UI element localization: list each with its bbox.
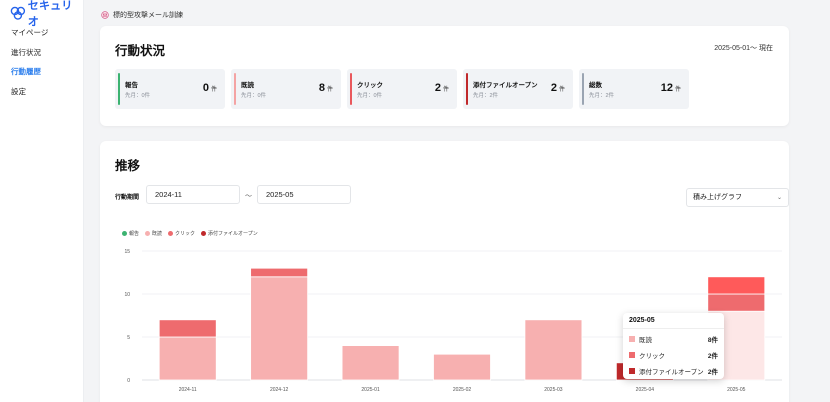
tooltip-title: 2025-05 — [629, 317, 655, 324]
tooltip-row: 添付ファイルオープン 2件 — [629, 366, 718, 376]
y-tick-label: 10 — [124, 292, 130, 298]
x-tick-label: 2025-05 — [727, 387, 746, 393]
stat-previous: 先月：0件 — [357, 93, 383, 99]
sidebar-nav: マイページ 進行状況 行動履歴 設定 — [0, 23, 83, 101]
stat-value: 0 — [202, 82, 209, 94]
stat-unit: 件 — [326, 87, 333, 93]
stat-value: 2 — [434, 82, 441, 94]
tooltip-series-name: 既読 — [639, 337, 652, 344]
bar-segment — [158, 319, 217, 338]
breadcrumb: 標的型攻撃メール訓練 — [101, 10, 183, 20]
stat-value: 12 — [660, 82, 673, 94]
bar-segment — [341, 345, 400, 381]
stat-color-bar — [118, 73, 120, 105]
bar-segment — [158, 336, 217, 381]
bar-segment — [250, 276, 309, 381]
stat-label: 添付ファイルオープン — [473, 82, 538, 89]
stat-label: 総数 — [589, 82, 602, 89]
trend-card: 推移 行動期間 2024-11 ～ 2025-05 積み上げグラフ ⌄ 報告 既… — [100, 141, 789, 402]
stat-color-bar — [234, 73, 236, 105]
main-content: 標的型攻撃メール訓練 行動状況 2025-05-01～ 現在 報告 先月：0件 … — [84, 0, 830, 402]
stat-unit: 件 — [674, 87, 681, 93]
x-tick-label: 2025-02 — [453, 387, 472, 393]
status-title: 行動状況 — [115, 44, 166, 58]
stat-previous: 先月：0件 — [241, 93, 267, 99]
tooltip-swatch — [629, 336, 635, 342]
breadcrumb-label: 標的型攻撃メール訓練 — [113, 12, 183, 19]
stat-previous: 先月：2件 — [589, 93, 615, 99]
tooltip-swatch — [629, 352, 635, 358]
stat-attachment-open: 添付ファイルオープン 先月：2件 2件 — [463, 69, 573, 109]
sidebar-item-settings[interactable]: 設定 — [0, 82, 83, 102]
status-card: 行動状況 2025-05-01～ 現在 報告 先月：0件 0件 既読 先月：0件… — [100, 26, 789, 126]
stat-label: 既読 — [241, 82, 254, 89]
bar-segment — [707, 276, 766, 295]
stat-unit: 件 — [210, 87, 217, 93]
stat-previous: 先月：2件 — [473, 93, 499, 99]
bar-segment — [524, 319, 583, 381]
stat-value: 8 — [318, 82, 325, 94]
phishing-icon — [101, 11, 109, 19]
tooltip-series-name: 添付ファイルオープン — [639, 369, 704, 376]
tooltip-row: 既読 8件 — [629, 334, 718, 344]
bar-segment — [250, 267, 309, 278]
bar-segment — [707, 293, 766, 312]
period-label: 2025-05-01～ 現在 — [714, 45, 773, 52]
stat-color-bar — [582, 73, 584, 105]
tooltip-swatch — [629, 368, 635, 374]
stat-list: 報告 先月：0件 0件 既読 先月：0件 8件 クリック 先月：0件 2件 添付… — [115, 69, 689, 109]
x-tick-label: 2025-01 — [361, 387, 380, 393]
tooltip-divider — [623, 328, 724, 329]
stat-unit: 件 — [442, 87, 449, 93]
tooltip-series-value: 8件 — [707, 337, 718, 344]
stat-value: 2 — [550, 82, 557, 94]
stat-label: 報告 — [125, 82, 138, 89]
brand[interactable]: セキュリオ — [0, 0, 83, 28]
x-tick-label: 2024-12 — [270, 387, 289, 393]
tooltip-series-name: クリック — [639, 353, 665, 360]
tooltip-series-value: 2件 — [707, 369, 718, 376]
stat-previous: 先月：0件 — [125, 93, 151, 99]
tooltip-row: クリック 2件 — [629, 350, 718, 360]
stat-read: 既読 先月：0件 8件 — [231, 69, 341, 109]
y-tick-label: 15 — [124, 249, 130, 255]
stat-unit: 件 — [558, 87, 565, 93]
stat-label: クリック — [357, 82, 383, 89]
stat-report: 報告 先月：0件 0件 — [115, 69, 225, 109]
chart-tooltip: 2025-05 既読 8件 クリック 2件 添付ファイルオープン 2件 — [623, 313, 724, 379]
x-tick-label: 2025-03 — [544, 387, 563, 393]
y-tick-label: 5 — [127, 335, 130, 341]
sidebar: セキュリオ マイページ 進行状況 行動履歴 設定 — [0, 0, 84, 402]
bar-segment — [433, 353, 491, 381]
stat-color-bar — [350, 73, 352, 105]
stat-click: クリック 先月：0件 2件 — [347, 69, 457, 109]
tooltip-series-value: 2件 — [707, 353, 718, 360]
x-tick-label: 2025-04 — [636, 387, 655, 393]
stat-color-bar — [466, 73, 468, 105]
x-tick-label: 2024-11 — [179, 387, 197, 393]
y-tick-label: 0 — [127, 378, 130, 384]
sidebar-item-progress[interactable]: 進行状況 — [0, 43, 83, 63]
stat-total: 総数 先月：2件 12 件 — [579, 69, 689, 109]
logo-icon — [10, 6, 26, 20]
sidebar-item-history[interactable]: 行動履歴 — [0, 62, 83, 82]
